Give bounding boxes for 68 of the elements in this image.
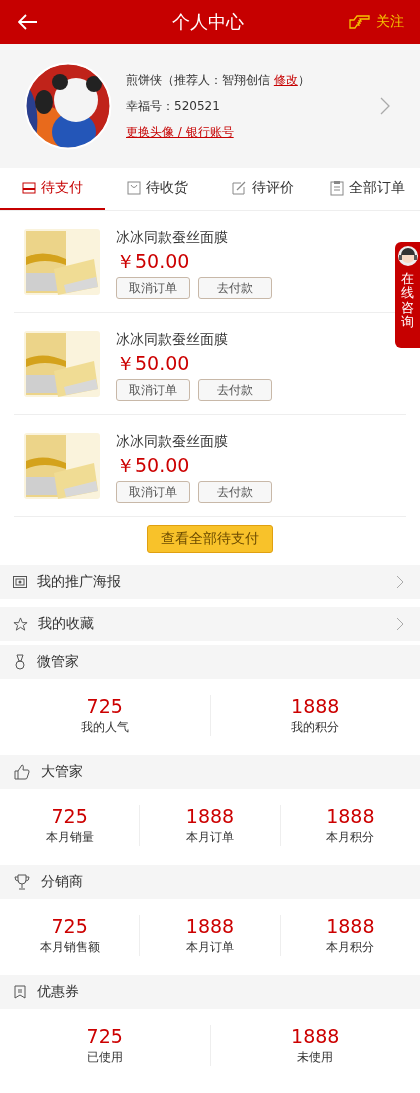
order-tab[interactable]: 待收货 [105,168,210,210]
cancel-order-button[interactable]: 取消订单 [116,277,190,299]
menu-row[interactable]: 我的推广海报 [0,565,420,599]
pointing-hand-icon [348,14,372,30]
stat-label: 本月订单 [186,938,234,956]
menu-row[interactable]: 我的收藏 [0,607,420,641]
stat-value: 1888 [291,694,340,717]
product-price: ￥50.00 [116,249,191,274]
pay-button[interactable]: 去付款 [198,277,272,299]
product-title: 冰冰同款蚕丝面膜 [116,433,229,451]
follow-button[interactable]: 关注 [348,13,404,31]
view-all-button[interactable]: 查看全部待支付 [147,525,273,553]
stat-value: 1888 [185,914,235,937]
poster-icon [13,576,27,588]
stat-label: 本月销量 [45,828,94,846]
menu-label: 我的收藏 [38,615,94,633]
stat-label: 我的积分 [291,718,340,736]
thumbs-up-icon [14,764,30,780]
stat-value: 1888 [326,914,375,937]
medal-icon [14,654,26,670]
stat-value: 725 [86,1024,123,1047]
stat-value: 1888 [291,1024,340,1047]
pay-button[interactable]: 去付款 [198,481,272,503]
section-title: 微管家 [37,653,79,671]
stat-label: 本月积分 [326,938,375,956]
page-title: 个人中心 [171,10,245,34]
card-icon [22,182,36,194]
edit-icon [231,180,247,196]
product-price: ￥50.00 [116,453,191,478]
product-price: ￥50.00 [116,351,191,376]
stat-label: 未使用 [297,1048,334,1066]
product-title: 冰冰同款蚕丝面膜 [116,229,229,247]
section-title: 大管家 [41,763,83,781]
stat-value: 1888 [185,804,235,827]
stat-value: 1888 [326,804,375,827]
section-title: 分销商 [41,873,83,891]
pay-button[interactable]: 去付款 [198,379,272,401]
coupon-icon [14,985,26,999]
member-id: 幸福号：520521 [126,97,221,115]
cancel-order-button[interactable]: 取消订单 [116,481,190,503]
bag-icon [127,181,141,195]
chevron-right-icon [396,575,404,589]
stat-value: 725 [86,694,123,717]
stat-label: 本月销售额 [39,938,100,956]
referrer-text: 煎饼侠（推荐人：智翔创信 修改） [126,71,311,89]
order-tab[interactable]: 待评价 [210,168,315,210]
stat-label: 本月积分 [326,828,375,846]
online-consult-tab[interactable]: 在线咨询 [395,242,420,348]
stat-label: 已使用 [86,1048,123,1066]
stat-label: 本月订单 [186,828,234,846]
order-tab[interactable]: 全部订单 [315,168,420,210]
headset-person-icon [397,246,418,266]
chevron-right-icon [396,617,404,631]
trophy-icon [14,874,30,890]
order-tab[interactable]: 待支付 [0,168,105,210]
stat-value: 725 [51,914,88,937]
consult-label: 在线咨询 [401,272,414,330]
menu-label: 我的推广海报 [37,573,121,591]
back-arrow-icon[interactable] [18,14,38,30]
stat-value: 725 [51,804,88,827]
stat-label: 我的人气 [80,718,129,736]
star-icon [13,616,28,632]
clipboard-icon [330,180,344,196]
edit-link[interactable]: 修改 [273,72,298,87]
change-avatar-link[interactable]: 更换头像 / 银行账号 [126,123,366,141]
product-title: 冰冰同款蚕丝面膜 [116,331,229,349]
cancel-order-button[interactable]: 取消订单 [116,379,190,401]
section-title: 优惠券 [37,983,79,1001]
